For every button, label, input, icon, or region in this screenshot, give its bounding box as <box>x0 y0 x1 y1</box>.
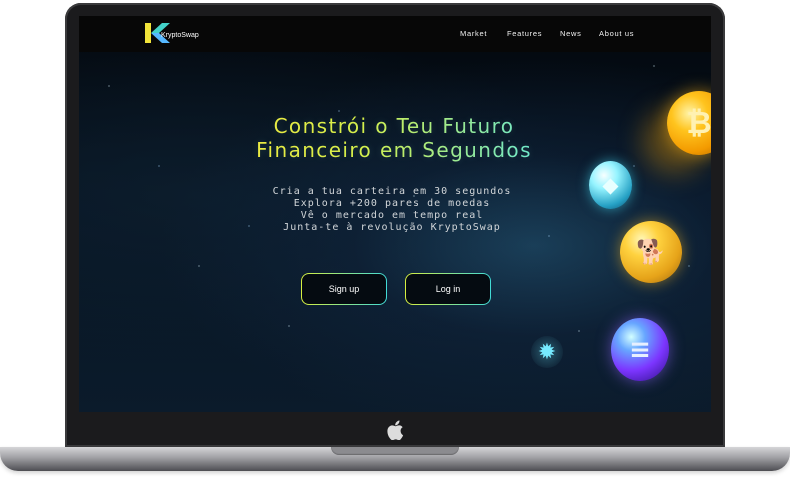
hero-subtitle-line: Cria a tua carteira em 30 segundos <box>272 186 512 197</box>
cardano-icon: ✹ <box>531 336 563 368</box>
ethereum-icon: ◆ <box>589 161 632 209</box>
app-screen: KryptoSwap Market Features News About us… <box>79 16 711 412</box>
hero-title-line: Financeiro em Segundos <box>256 138 532 162</box>
nav-item-about-us[interactable]: About us <box>599 29 634 38</box>
bitcoin-icon: ₿ <box>667 91 711 155</box>
log-in-button[interactable]: Log in <box>405 273 491 305</box>
hero-subtitle-line: Explora +200 pares de moedas <box>293 198 491 209</box>
sign-up-button[interactable]: Sign up <box>301 273 387 305</box>
nav-item-features[interactable]: Features <box>507 29 542 38</box>
hero-subtitle-line: Vê o mercado em tempo real <box>300 210 484 221</box>
hero-title: Constrói o Teu Futuro Financeiro em Segu… <box>229 114 559 162</box>
nav-item-market[interactable]: Market <box>460 29 487 38</box>
hero-title-line: Constrói o Teu Futuro <box>273 114 515 138</box>
solana-icon: ≡ <box>611 318 669 381</box>
hero-subtitle-line: Junta-te à revolução KryptoSwap <box>283 222 501 233</box>
hero-section: Constrói o Teu Futuro Financeiro em Segu… <box>79 16 711 412</box>
hero-subtitle: Cria a tua carteira em 30 segundos Explo… <box>252 186 532 234</box>
laptop-trackpad-notch <box>331 447 459 455</box>
dogecoin-icon: 🐕 <box>620 221 682 283</box>
apple-icon <box>386 420 404 441</box>
top-navigation-bar: KryptoSwap Market Features News About us <box>79 16 711 52</box>
brand-name[interactable]: KryptoSwap <box>161 32 199 39</box>
nav-item-news[interactable]: News <box>560 29 582 38</box>
